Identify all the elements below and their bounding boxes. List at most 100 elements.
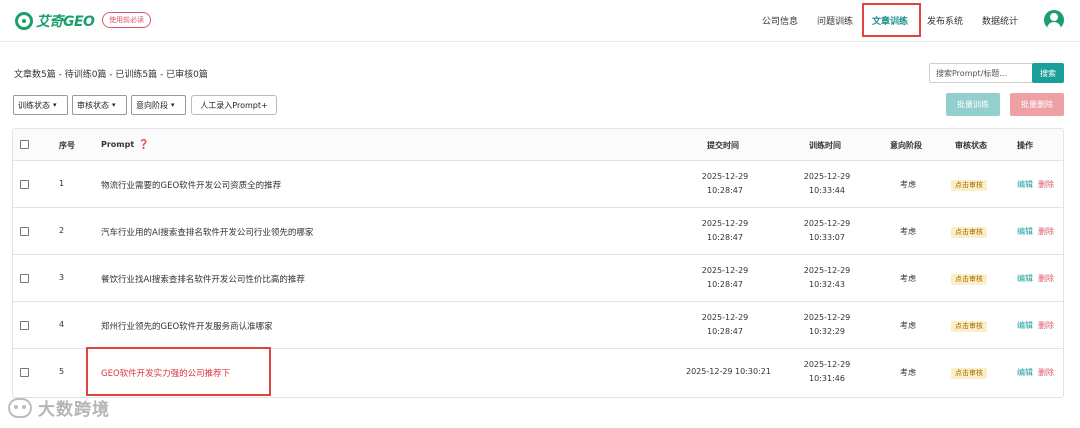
watermark-logo-icon (8, 397, 32, 418)
table-row: 3 餐饮行业找AI搜索查排名软件开发公司性价比高的推荐 2025-12-29 10… (13, 255, 1063, 302)
review-badge[interactable]: 点击审核 (951, 368, 987, 379)
logo-icon (15, 12, 33, 30)
search-input[interactable] (929, 63, 1033, 83)
train-clock: 10:32:43 (809, 280, 845, 289)
submit-date: 2025-12-29 (701, 219, 749, 228)
delete-link[interactable]: 删除 (1038, 273, 1054, 284)
row-index: 2 (59, 226, 65, 235)
col-intent: 意向阶段 (890, 141, 922, 150)
train-date: 2025-12-29 (803, 360, 851, 369)
batch-delete-button[interactable]: 批量删除 (1010, 93, 1064, 116)
review-badge[interactable]: 点击审核 (951, 274, 987, 285)
row-index: 4 (59, 320, 65, 329)
row-index: 1 (59, 179, 65, 188)
review-badge[interactable]: 点击审核 (951, 227, 987, 238)
col-actions: 操作 (1017, 141, 1033, 150)
row-checkbox[interactable] (20, 368, 29, 377)
submit-clock: 10:28:47 (707, 327, 743, 336)
row-train-time: 2025-12-29 10:32:43 (782, 264, 872, 292)
review-status-select[interactable]: 审核状态 ▾ (72, 95, 127, 115)
row-train-time: 2025-12-29 10:33:07 (782, 217, 872, 245)
edit-link[interactable]: 编辑 (1017, 179, 1033, 190)
article-stats: 文章数5篇 - 待训练0篇 - 已训练5篇 - 已审核0篇 (14, 70, 208, 80)
user-avatar-icon[interactable] (1044, 10, 1064, 30)
row-prompt: 物流行业需要的GEO软件开发公司资质全的推荐 (101, 181, 282, 191)
table-row: 2 汽车行业用的AI搜索查排名软件开发公司行业领先的哪家 2025-12-29 1… (13, 208, 1063, 255)
train-date: 2025-12-29 (803, 313, 851, 322)
row-intent: 考虑 (900, 227, 916, 236)
manual-prompt-button[interactable]: 人工录入Prompt+ (191, 95, 277, 115)
table-row: 4 郑州行业领先的GEO软件开发服务商认准哪家 2025-12-29 10:28:… (13, 302, 1063, 349)
row-index: 3 (59, 273, 65, 282)
row-checkbox[interactable] (20, 321, 29, 330)
submit-clock: 10:28:47 (707, 186, 743, 195)
top-header: 艾奇GEO 使用前必读 公司信息 问题训练 文章训练 发布系统 数据统计 (0, 0, 1080, 42)
train-status-label: 训练状态 (18, 100, 50, 110)
col-review: 审核状态 (955, 141, 987, 150)
row-index: 5 (59, 367, 65, 376)
search-button[interactable]: 搜索 (1032, 63, 1064, 83)
delete-link[interactable]: 删除 (1038, 367, 1054, 378)
col-prompt: Prompt ❓ (101, 140, 149, 150)
row-train-time: 2025-12-29 10:32:29 (782, 311, 872, 339)
row-prompt: 餐饮行业找AI搜索查排名软件开发公司性价比高的推荐 (101, 275, 305, 285)
select-all-checkbox[interactable] (20, 140, 29, 149)
train-date: 2025-12-29 (803, 266, 851, 275)
submit-date: 2025-12-29 (701, 313, 749, 322)
row-train-time: 2025-12-29 10:33:44 (782, 170, 872, 198)
nav-data-statistics[interactable]: 数据统计 (982, 14, 1018, 27)
question-icon[interactable]: ❓ (138, 140, 149, 150)
train-clock: 10:32:29 (809, 327, 845, 336)
col-index: 序号 (59, 141, 75, 150)
row-intent: 考虑 (900, 321, 916, 330)
nav-publish-system[interactable]: 发布系统 (927, 14, 963, 27)
intent-stage-label: 意向阶段 (136, 100, 168, 110)
nav-question-training[interactable]: 问题训练 (817, 14, 853, 27)
train-date: 2025-12-29 (803, 219, 851, 228)
row-intent: 考虑 (900, 368, 916, 377)
col-submit-time: 提交时间 (707, 141, 739, 150)
submit-date: 2025-12-29 (701, 266, 749, 275)
submit-date: 2025-12-29 (701, 172, 749, 181)
review-badge[interactable]: 点击审核 (951, 180, 987, 191)
watermark-text: 大数跨境 (38, 400, 110, 420)
must-read-badge[interactable]: 使用前必读 (102, 12, 151, 28)
train-status-select[interactable]: 训练状态 ▾ (13, 95, 68, 115)
edit-link[interactable]: 编辑 (1017, 226, 1033, 237)
row-prompt: 郑州行业领先的GEO软件开发服务商认准哪家 (101, 322, 273, 332)
edit-link[interactable]: 编辑 (1017, 367, 1033, 378)
app-logo[interactable]: 艾奇GEO (15, 11, 95, 31)
col-train-time: 训练时间 (809, 141, 841, 150)
row-submit-time: 2025-12-29 10:28:47 (680, 170, 770, 198)
edit-link[interactable]: 编辑 (1017, 273, 1033, 284)
review-badge[interactable]: 点击审核 (951, 321, 987, 332)
row-submit-time: 2025-12-29 10:30:21 (686, 367, 771, 376)
train-clock: 10:31:46 (809, 374, 845, 383)
table-header: 序号 Prompt ❓ 提交时间 训练时间 意向阶段 审核状态 操作 (13, 129, 1063, 161)
row-checkbox[interactable] (20, 180, 29, 189)
row-checkbox[interactable] (20, 274, 29, 283)
row-highlight-box (86, 347, 271, 396)
edit-link[interactable]: 编辑 (1017, 320, 1033, 331)
delete-link[interactable]: 删除 (1038, 226, 1054, 237)
nav-highlight-box (862, 3, 921, 37)
nav-company-info[interactable]: 公司信息 (762, 14, 798, 27)
table-row: 1 物流行业需要的GEO软件开发公司资质全的推荐 2025-12-29 10:28… (13, 161, 1063, 208)
submit-clock: 10:28:47 (707, 233, 743, 242)
row-train-time: 2025-12-29 10:31:46 (782, 358, 872, 386)
row-intent: 考虑 (900, 274, 916, 283)
train-clock: 10:33:07 (809, 233, 845, 242)
row-checkbox[interactable] (20, 227, 29, 236)
train-date: 2025-12-29 (803, 172, 851, 181)
batch-train-button[interactable]: 批量训练 (946, 93, 1000, 116)
col-prompt-label: Prompt (101, 140, 135, 149)
review-status-label: 审核状态 (77, 100, 109, 110)
logo-text: 艾奇GEO (36, 14, 95, 30)
chevron-down-icon: ▾ (112, 101, 116, 109)
delete-link[interactable]: 删除 (1038, 179, 1054, 190)
row-intent: 考虑 (900, 180, 916, 189)
intent-stage-select[interactable]: 意向阶段 ▾ (131, 95, 186, 115)
delete-link[interactable]: 删除 (1038, 320, 1054, 331)
row-submit-time: 2025-12-29 10:28:47 (680, 264, 770, 292)
submit-clock: 10:28:47 (707, 280, 743, 289)
